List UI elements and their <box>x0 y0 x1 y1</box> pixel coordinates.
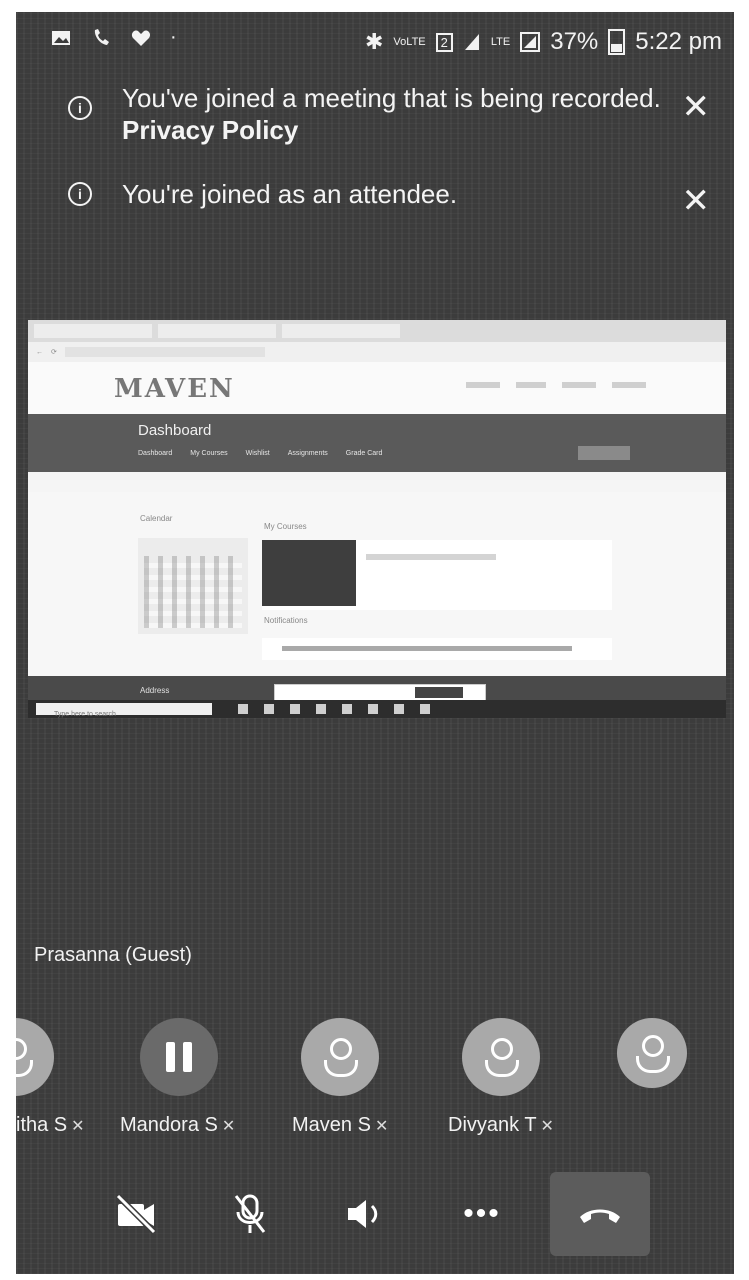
dash-tab: Wishlist <box>245 450 270 457</box>
battery-percent: 37% <box>550 28 599 55</box>
bluetooth-icon: ✱ <box>364 29 384 54</box>
mic-off-icon: ✕ <box>221 1118 236 1135</box>
browser-tab <box>158 324 276 338</box>
site-header: MAVEN <box>28 362 726 414</box>
browser-tab <box>34 324 152 338</box>
mic-toggle-button[interactable] <box>210 1172 290 1256</box>
info-icon: i <box>68 182 92 206</box>
dashboard-tabs: Dashboard My Courses Wishlist Assignment… <box>138 450 382 457</box>
phone-icon <box>94 28 109 45</box>
participant-avatar[interactable] <box>301 1018 379 1096</box>
notifications-label: Notifications <box>264 616 308 625</box>
dash-tab: My Courses <box>190 450 228 457</box>
participant-name: Maven S ✕ <box>292 1114 388 1137</box>
calendar-label: Calendar <box>140 514 173 523</box>
camera-off-icon <box>115 1194 157 1234</box>
participant-name: itha S ✕ <box>16 1114 85 1137</box>
close-icon[interactable]: ✕ <box>682 90 711 124</box>
dashboard-button <box>578 446 630 460</box>
more-icon: ••• <box>463 1197 501 1230</box>
participant-avatar[interactable] <box>617 1018 687 1088</box>
clock: 5:22 pm <box>635 28 722 55</box>
browser-tabs <box>28 320 726 342</box>
shared-screen[interactable]: ← ⟳ MAVEN Dashboard Dashboard My Courses… <box>28 320 726 718</box>
dash-tab: Grade Card <box>345 450 383 457</box>
site-logo: MAVEN <box>114 374 235 404</box>
speaker-icon <box>348 1200 378 1228</box>
browser-address-bar: ← ⟳ <box>28 342 726 362</box>
participant-name: Divyank T ✕ <box>448 1114 554 1137</box>
dot-icon: · <box>170 26 177 48</box>
status-left: · <box>50 26 177 49</box>
taskbar-search: Type here to search <box>36 703 212 718</box>
participant-name-text: Divyank T <box>448 1114 537 1136</box>
heart-icon <box>131 30 151 46</box>
lte-label: LTE <box>490 36 511 48</box>
participant-name-text: itha S <box>16 1114 68 1136</box>
camera-toggle-button[interactable] <box>96 1172 176 1256</box>
mic-off-icon: ✕ <box>540 1118 554 1135</box>
person-icon <box>642 1035 664 1057</box>
recording-message: You've joined a meeting that is being re… <box>122 82 661 146</box>
participant-name-text: Maven S <box>292 1114 371 1136</box>
privacy-policy-link[interactable]: Privacy Policy <box>122 114 661 146</box>
dash-tab: Assignments <box>287 450 328 457</box>
person-icon <box>330 1038 352 1060</box>
dashboard-title: Dashboard <box>138 422 212 439</box>
attendee-notice: i You're joined as an attendee. ✕ <box>16 170 734 230</box>
calendar <box>138 538 248 634</box>
url-field <box>64 347 265 357</box>
participant-name-text: Mandora S <box>120 1114 218 1136</box>
gallery-icon <box>52 30 70 45</box>
signal-icon-2 <box>520 32 541 52</box>
mic-off-icon: ✕ <box>374 1118 389 1135</box>
site-nav <box>466 382 646 388</box>
more-options-button[interactable]: ••• <box>442 1172 522 1256</box>
status-right: ✱ VoLTE 2 LTE 37% 5:22 pm <box>365 28 722 56</box>
address-label: Address <box>140 686 170 695</box>
refresh-icon: ⟳ <box>51 349 57 356</box>
taskbar-search-text: Type here to search <box>54 711 116 718</box>
status-bar: · ✱ VoLTE 2 LTE 37% 5:22 pm <box>16 12 734 74</box>
back-icon: ← <box>36 348 43 356</box>
dashboard-band: Dashboard Dashboard My Courses Wishlist … <box>28 414 726 472</box>
hang-up-icon <box>580 1209 620 1223</box>
privacy-policy-label: Privacy Policy <box>122 115 299 145</box>
course-card <box>262 540 612 610</box>
participant-avatar[interactable] <box>16 1018 54 1096</box>
windows-taskbar: Type here to search <box>28 700 726 718</box>
recording-notice: i You've joined a meeting that is being … <box>16 78 734 158</box>
mic-off-icon: ✕ <box>71 1118 85 1135</box>
speaker-name: Prasanna (Guest) <box>34 944 192 966</box>
hang-up-button[interactable] <box>550 1172 650 1256</box>
attendee-message: You're joined as an attendee. <box>122 179 458 209</box>
info-icon: i <box>68 96 92 120</box>
close-icon[interactable]: ✕ <box>682 184 711 218</box>
person-icon <box>491 1038 513 1060</box>
battery-icon <box>608 29 626 55</box>
recording-text: You've joined a meeting that is being re… <box>122 83 661 113</box>
meeting-screen: · ✱ VoLTE 2 LTE 37% 5:22 pm i You've joi… <box>16 12 734 1274</box>
sim-badge: 2 <box>435 32 453 52</box>
browser-tab <box>282 324 400 338</box>
pause-icon <box>166 1042 192 1072</box>
volte-label: VoLTE <box>393 36 426 48</box>
dash-tab: Dashboard <box>138 450 173 457</box>
mic-off-icon <box>234 1194 266 1233</box>
speaker-button[interactable] <box>326 1172 406 1256</box>
taskbar-icons <box>238 704 430 714</box>
notification-row <box>262 638 612 660</box>
participant-avatar[interactable] <box>462 1018 540 1096</box>
course-thumbnail <box>262 540 356 606</box>
signal-icon <box>464 34 479 50</box>
dashboard-body: Calendar My Courses Notifications <box>28 492 726 692</box>
participant-name: Mandora S ✕ <box>120 1114 235 1137</box>
participant-avatar[interactable] <box>140 1018 218 1096</box>
courses-label: My Courses <box>264 522 307 531</box>
